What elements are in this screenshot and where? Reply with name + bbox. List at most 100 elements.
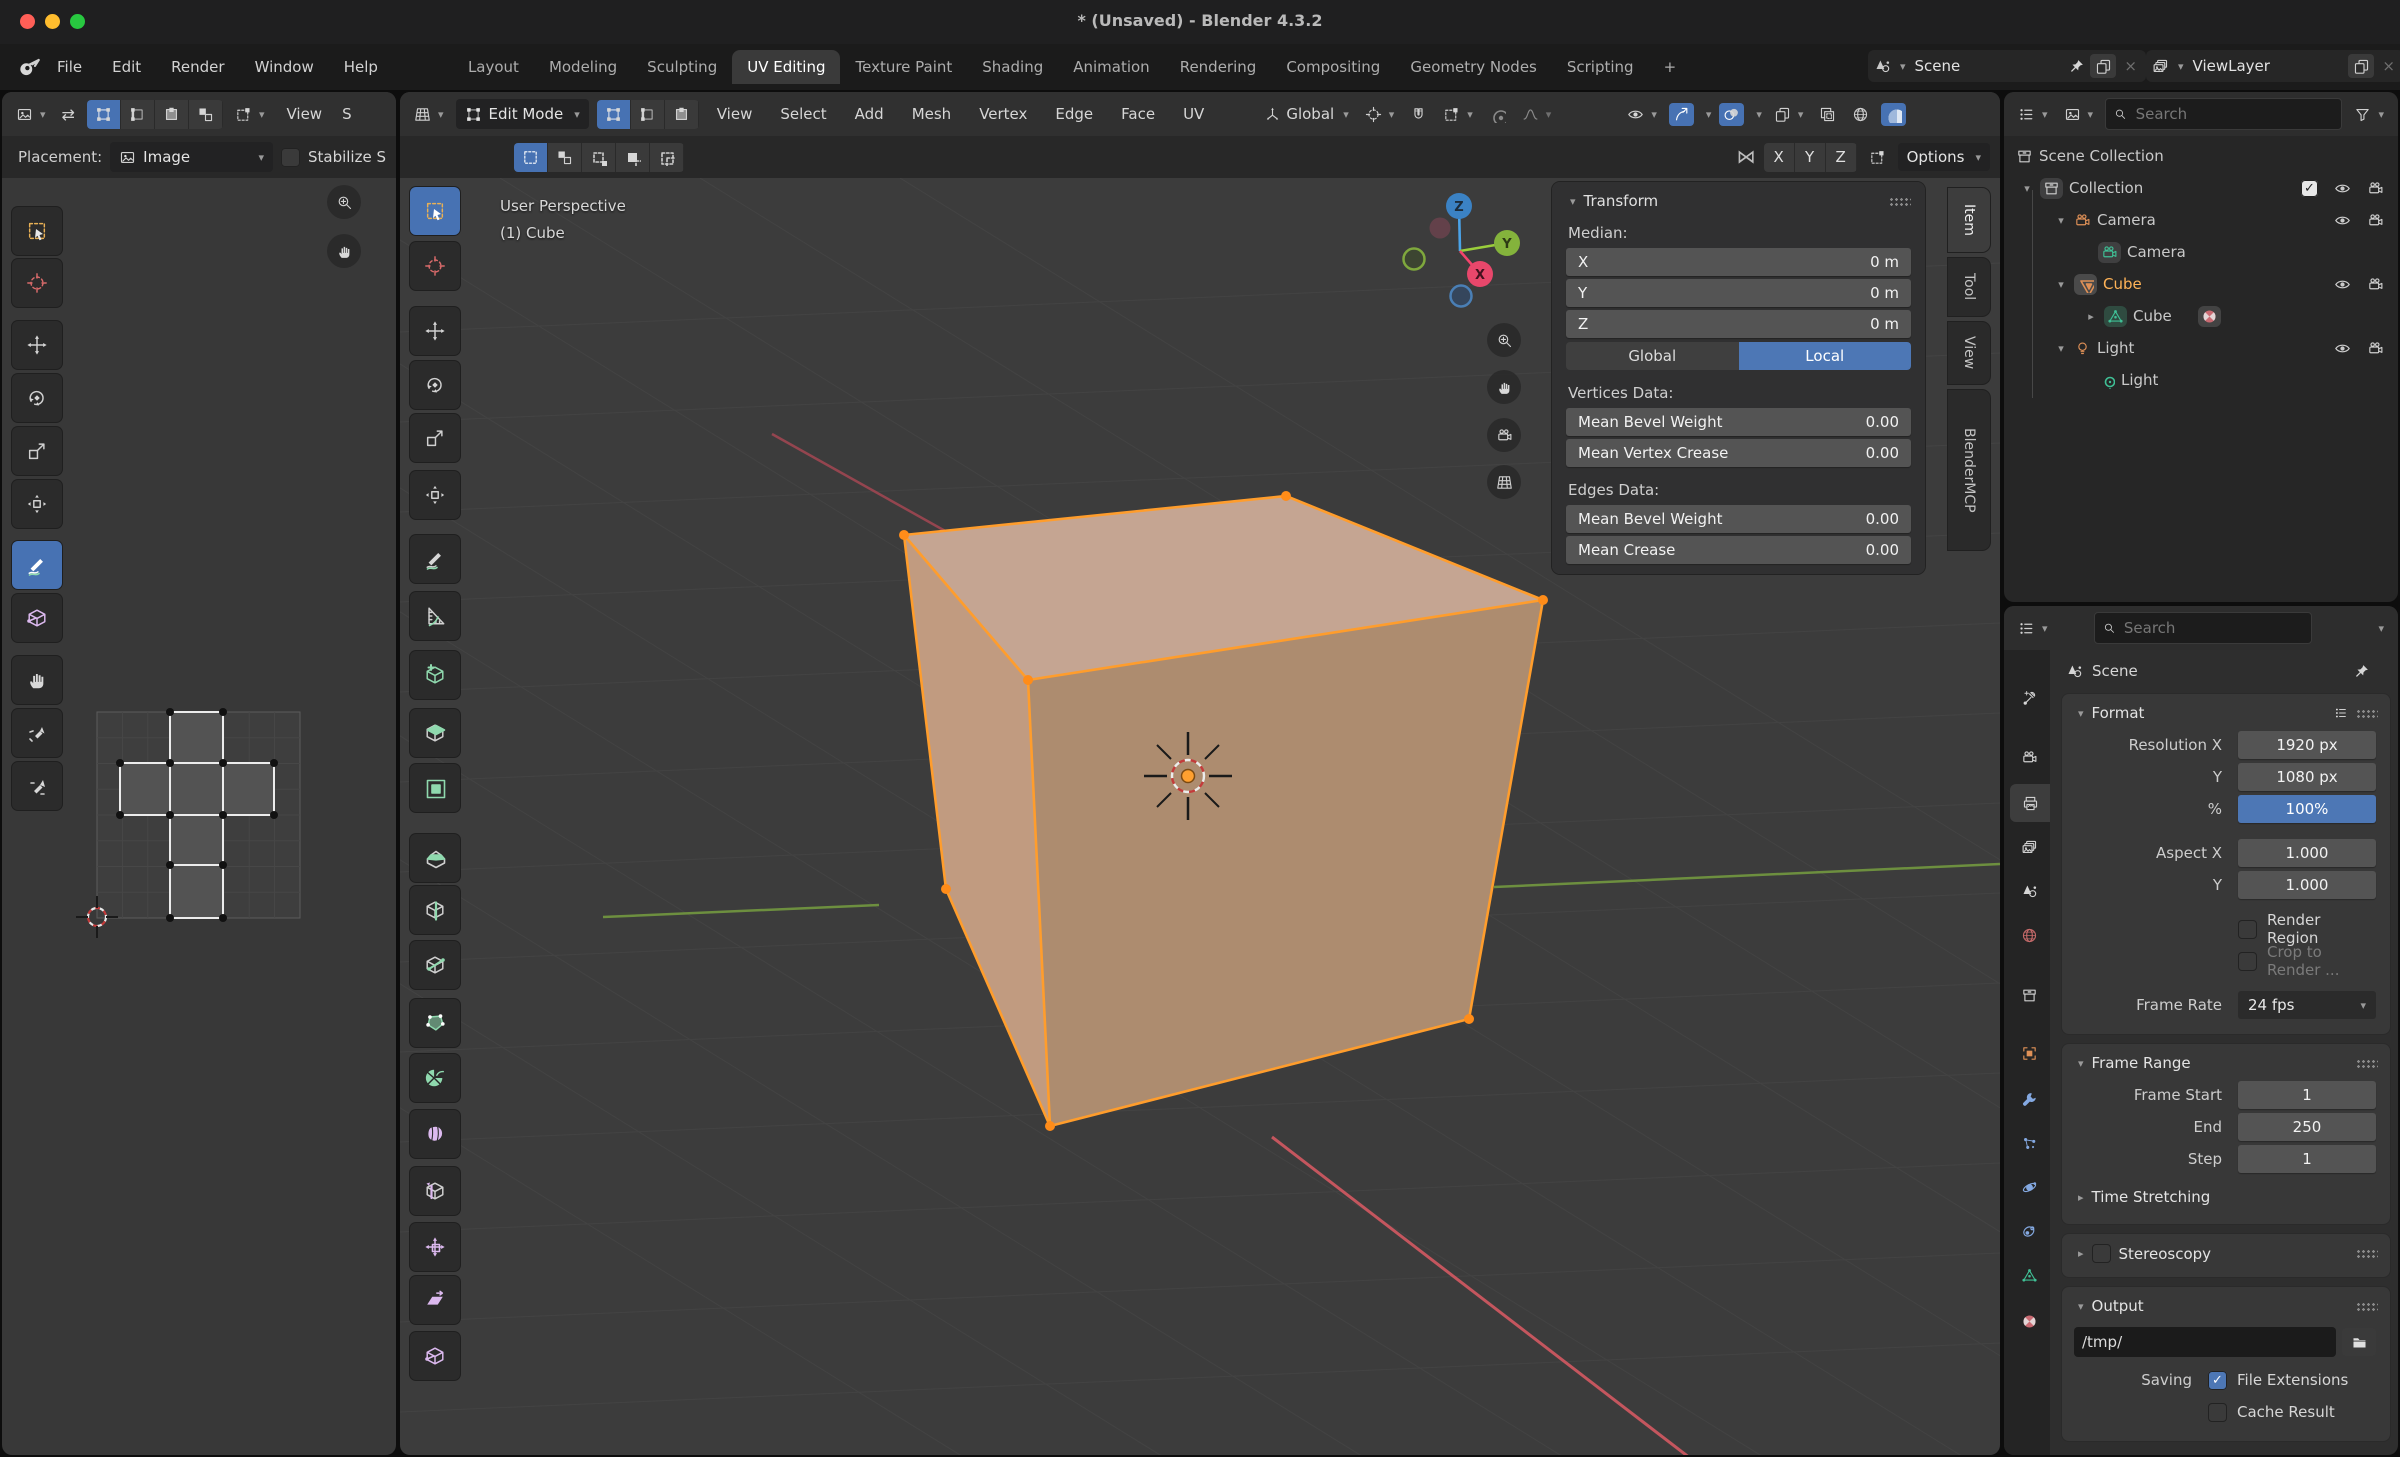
tab-particle-properties[interactable] (2008, 1124, 2050, 1162)
tab-object-properties[interactable] (2008, 1034, 2050, 1072)
collapse-panel-icon[interactable]: ▾ (2078, 707, 2084, 720)
stabilize-stroke-checkbox[interactable]: ✓ (281, 148, 300, 167)
tab-constraint-properties[interactable] (2008, 1212, 2050, 1250)
tool-inset-faces-button[interactable] (410, 764, 460, 812)
collection-checkbox[interactable]: ✓ (2301, 180, 2318, 197)
select-set-button[interactable] (514, 143, 548, 172)
tab-render-properties[interactable] (2008, 738, 2050, 776)
uv-view-menu[interactable]: View (276, 105, 332, 123)
uv-select-edge-button[interactable] (121, 100, 155, 129)
mode-dropdown[interactable]: Edit Mode▾ (456, 99, 589, 129)
tool-transform-button[interactable] (410, 471, 460, 519)
3d-cursor[interactable] (1144, 732, 1232, 820)
outliner-search-input[interactable] (2134, 104, 2334, 124)
tool-edge-slide-button[interactable] (410, 1167, 460, 1215)
expand-icon[interactable]: ▾ (2054, 278, 2068, 291)
tool-smooth-button[interactable] (410, 1110, 460, 1158)
outliner-display-mode-dropdown[interactable]: ▾ (2014, 103, 2052, 126)
collapse-panel-icon[interactable]: ▾ (1570, 195, 1576, 208)
outliner-row-camera-data[interactable]: Camera (2004, 236, 2398, 268)
tab-world-properties[interactable] (2008, 916, 2050, 954)
snap-base-dropdown[interactable] (1865, 146, 1890, 169)
sidebar-tab-item[interactable]: Item (1948, 188, 1990, 252)
material-icon[interactable] (2201, 308, 2218, 325)
expand-icon[interactable]: ▸ (2078, 1247, 2084, 1260)
outliner-row-scene-collection[interactable]: Scene Collection (2004, 140, 2398, 172)
show-overlays-toggle[interactable] (1719, 103, 1744, 126)
vertex-select-mode-button[interactable] (597, 100, 631, 129)
cube-mesh[interactable] (899, 491, 1548, 1131)
tool-knife-button[interactable] (410, 941, 460, 989)
workspace-tab-sculpting[interactable]: Sculpting (632, 50, 732, 84)
sidebar-tab-blendermcp[interactable]: BlenderMCP (1948, 390, 1990, 550)
workspace-tab-layout[interactable]: Layout (453, 50, 534, 84)
viewport-menu-uv[interactable]: UV (1173, 105, 1214, 123)
gizmo-minus-y[interactable] (1404, 249, 1425, 270)
collapse-panel-icon[interactable]: ▾ (2078, 1057, 2084, 1070)
edge-select-mode-button[interactable] (631, 100, 665, 129)
tab-collection-properties[interactable] (2008, 976, 2050, 1014)
disable-render-camera-icon[interactable] (2367, 276, 2384, 293)
expand-icon[interactable]: ▸ (2078, 1191, 2084, 1204)
tool-annotate-button[interactable] (410, 535, 460, 583)
frame-end-field[interactable]: 250 (2238, 1113, 2376, 1141)
new-scene-button[interactable] (2090, 54, 2116, 78)
gizmo-minus-z[interactable] (1451, 286, 1472, 307)
tool-options-dropdown[interactable]: Options▾ (1898, 143, 1990, 171)
pin-icon[interactable] (2068, 58, 2085, 75)
time-stretching-label[interactable]: Time Stretching (2092, 1188, 2211, 1206)
show-gizmo-toggle[interactable] (1669, 103, 1694, 126)
new-viewlayer-button[interactable] (2348, 54, 2374, 78)
tool-poly-build-button[interactable] (410, 999, 460, 1047)
global-button[interactable]: Global (1566, 342, 1739, 370)
object-type-visibility-dropdown[interactable]: ▾ (1623, 103, 1661, 126)
placement-dropdown[interactable]: Image▾ (110, 142, 273, 172)
outliner-row-cube-object[interactable]: ▾ Cube (2004, 268, 2398, 300)
tab-scene-properties[interactable] (2008, 872, 2050, 910)
viewport-menu-view[interactable]: View (707, 105, 763, 123)
breadcrumb[interactable]: Scene (2092, 662, 2138, 680)
tab-physics-properties[interactable] (2008, 1168, 2050, 1206)
properties-editor-type-button[interactable]: ▾ (2014, 617, 2052, 640)
panel-grip[interactable] (2356, 709, 2378, 718)
median-y-field[interactable]: Y0 m (1566, 279, 1911, 307)
outliner-filter-dropdown[interactable]: ▾ (2350, 103, 2388, 126)
hide-eye-icon[interactable] (2334, 180, 2351, 197)
stereoscopy-checkbox[interactable]: ✓ (2092, 1244, 2111, 1263)
select-extend-button[interactable] (548, 143, 582, 172)
workspace-tab-scripting[interactable]: Scripting (1552, 50, 1649, 84)
hide-eye-icon[interactable] (2334, 340, 2351, 357)
collapse-panel-icon[interactable]: ▾ (2078, 1300, 2084, 1313)
tool-cursor-button[interactable] (410, 242, 460, 290)
blender-logo-icon[interactable] (16, 54, 42, 80)
select-subtract-button[interactable] (582, 143, 616, 172)
viewlayer-selector[interactable]: ▾ ViewLayer × (2146, 50, 2400, 82)
viewport-camera-view-button[interactable] (1487, 418, 1521, 452)
mean-bevel-weight-field[interactable]: Mean Bevel Weight0.00 (1566, 408, 1911, 436)
tab-modifier-properties[interactable] (2008, 1080, 2050, 1118)
uv-select-island-button[interactable] (189, 100, 223, 129)
viewport-perspective-toggle-button[interactable] (1487, 465, 1521, 499)
tab-material-properties[interactable] (2008, 1302, 2050, 1340)
presets-icon[interactable] (2334, 706, 2348, 720)
face-select-mode-button[interactable] (665, 100, 699, 129)
resolution-percent-field[interactable]: 100% (2238, 795, 2376, 823)
snap-toggle-button[interactable] (1406, 103, 1431, 126)
workspace-tab-animation[interactable]: Animation (1058, 50, 1164, 84)
transform-orientation-dropdown[interactable]: Global▾ (1260, 102, 1352, 126)
scene-selector[interactable]: ▾ Scene × (1868, 50, 2146, 82)
tool-shrink-fatten-button[interactable] (410, 1223, 460, 1271)
proportional-falloff-dropdown[interactable]: ▾ (1518, 103, 1556, 126)
tool-rotate-button[interactable] (410, 361, 460, 409)
select-invert-button[interactable] (616, 143, 650, 172)
stereoscopy-label[interactable]: Stereoscopy (2119, 1245, 2212, 1263)
workspace-tab-rendering[interactable]: Rendering (1165, 50, 1272, 84)
tool-spin-button[interactable] (410, 1054, 460, 1102)
disable-render-camera-icon[interactable] (2367, 212, 2384, 229)
panel-grip[interactable] (2356, 1302, 2378, 1311)
workspace-tab-compositing[interactable]: Compositing (1271, 50, 1395, 84)
median-z-field[interactable]: Z0 m (1566, 310, 1911, 338)
uv-canvas[interactable] (2, 178, 396, 1455)
shading-solid-button[interactable] (1881, 103, 1906, 126)
tab-tool-properties[interactable] (2008, 678, 2050, 716)
